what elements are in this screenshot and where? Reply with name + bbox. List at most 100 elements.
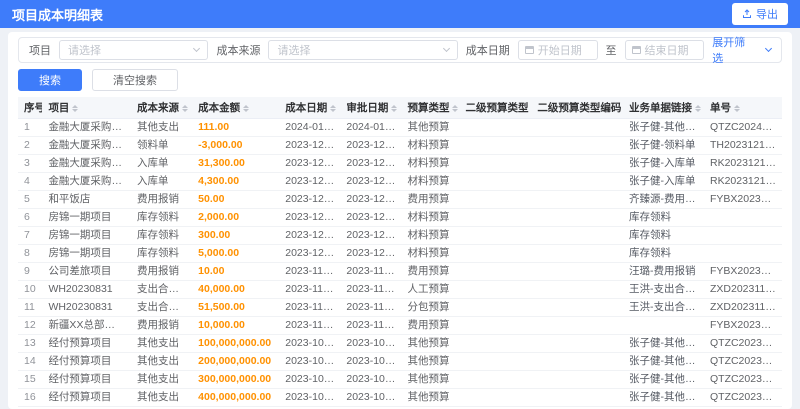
cell-cost-amount: 300,000,000.00 xyxy=(192,370,280,389)
export-button[interactable]: 导出 xyxy=(732,3,788,25)
cell-project: WH20230831 xyxy=(42,280,132,299)
column-header-5[interactable]: 审批日期 xyxy=(340,97,402,119)
cell-cost-amount: 100,000,000.00 xyxy=(192,334,280,353)
cell-cost-date: 2023-11-07 xyxy=(279,316,341,335)
column-label: 预算类型 xyxy=(407,102,450,114)
table-row[interactable]: 7 房锦一期项目 库存领料 300.00 2023-12-11 2023-12-11 材料预… xyxy=(18,226,782,245)
cell-doc-no: RK20231219003 xyxy=(703,154,782,173)
table-row[interactable]: 12新疆XX总部大厦工程二期费用报销10,000.002023-11-07202… xyxy=(18,316,782,335)
cell-doc-no: FYBX20231107001 xyxy=(703,316,782,335)
table-row[interactable]: 13 经付预算项目 其他支出 100,000,000.00 2023-10-27 2023… xyxy=(18,334,782,353)
cell-doc-link[interactable]: 张子健-其他支出 xyxy=(623,352,704,371)
table-row[interactable]: 3 金融大厦采购项目 入库单 31,300.00 2023-12-19 2023-12-1… xyxy=(18,154,782,173)
table-row[interactable]: 4 金融大厦采购项目 入库单 4,300.00 2023-12-19 2023-12-19… xyxy=(18,172,782,191)
cell-cost-source: 其他支出 xyxy=(131,370,193,389)
column-label: 审批日期 xyxy=(346,102,389,114)
cell-doc-link[interactable]: 库存领料 xyxy=(623,208,704,227)
column-header-9[interactable]: 业务单据链接 xyxy=(623,97,704,119)
cell-doc-link[interactable]: 王洪-支出合同执行 xyxy=(623,280,704,299)
cell-cost-date: 2023-10-27 xyxy=(279,370,341,389)
cell-index: 1 xyxy=(18,118,43,137)
column-label: 单号 xyxy=(709,102,731,114)
table-row[interactable]: 15 经付预算项目 其他支出 300,000,000.00 2023-10-27 2023… xyxy=(18,370,782,389)
column-header-8[interactable]: 二级预算类型编码 xyxy=(531,97,624,119)
chevron-down-icon xyxy=(193,44,201,53)
table-row[interactable]: 8 房锦一期项目 库存领料 5,000.00 2023-12-11 2023-12-11 材… xyxy=(18,244,782,263)
content-card: 项目 请选择 成本来源 请选择 成本日期 开始日期 至 结束日期 展开筛选 搜索… xyxy=(8,32,792,409)
cell-cost-source: 入库单 xyxy=(131,154,193,173)
cell-doc-link[interactable]: 张子健-其他支出 xyxy=(623,334,704,353)
column-header-6[interactable]: 预算类型 xyxy=(401,97,460,119)
column-header-2[interactable]: 成本来源 xyxy=(131,97,193,119)
cell-doc-link[interactable]: 汪璐-费用报销 xyxy=(623,262,704,281)
table-row[interactable]: 6 房锦一期项目 库存领料 2,000.00 2023-12-11 2023-12-11 材… xyxy=(18,208,782,227)
cell-budget-type: 材料预算 xyxy=(401,208,460,227)
date-start-placeholder: 开始日期 xyxy=(537,45,582,57)
column-label: 二级预算类型 xyxy=(465,102,529,114)
cell-doc-link[interactable]: 张子健-其他支出 xyxy=(623,118,704,137)
cell-index: 14 xyxy=(18,352,43,371)
project-filter-label: 项目 xyxy=(29,45,51,57)
cell-cost-source: 库存领料 xyxy=(131,208,193,227)
cell-cost-amount: 4,300.00 xyxy=(192,172,280,191)
cell-doc-link[interactable]: 张子健-入库单 xyxy=(623,172,704,191)
column-header-7[interactable]: 二级预算类型 xyxy=(459,97,532,119)
column-header-4[interactable]: 成本日期 xyxy=(279,97,341,119)
cell-cost-source: 费用报销 xyxy=(131,190,193,209)
date-start-input[interactable]: 开始日期 xyxy=(517,40,598,60)
cell-index: 11 xyxy=(18,298,43,317)
cell-cost-date: 2023-12-11 xyxy=(279,244,341,263)
column-header-3[interactable]: 成本金额 xyxy=(192,97,280,119)
export-icon xyxy=(743,9,751,18)
date-end-input[interactable]: 结束日期 xyxy=(624,40,705,60)
cell-doc-no: QTZC20240111001 xyxy=(703,118,782,137)
cell-doc-link[interactable]: 王洪-支出合同执行 xyxy=(623,298,704,317)
table-row[interactable]: 9 公司差旅项目 费用报销 10.00 2023-11-28 2023-11-28 费用预算… xyxy=(18,262,782,281)
table-row[interactable]: 2 金融大厦采购项目 领料单 -3,000.00 2023-12-19 2023-12-1… xyxy=(18,136,782,155)
cell-doc-link[interactable]: 张子健-其他支出 xyxy=(623,388,704,407)
table-row[interactable]: 11WH20230831支出合同执行51,500.002023-11-22202… xyxy=(18,298,782,317)
cell-cost-amount: 400,000,000.00 xyxy=(192,388,280,407)
cell-cost-source: 支出合同执行 xyxy=(131,280,193,299)
cell-index: 4 xyxy=(18,172,43,191)
cell-doc-link[interactable]: 齐臻源-费用报销 xyxy=(623,190,704,209)
cell-sub-budget-code xyxy=(531,118,624,137)
calendar-icon xyxy=(524,46,534,54)
expand-filters-link[interactable]: 展开筛选 xyxy=(712,34,773,66)
source-select[interactable]: 请选择 xyxy=(268,40,458,60)
clear-search-button[interactable]: 清空搜索 xyxy=(92,69,178,91)
cell-budget-type: 其他预算 xyxy=(401,388,460,407)
sort-icon xyxy=(182,104,189,112)
cell-doc-no: FYBX20231216001 xyxy=(703,190,782,209)
table-row[interactable]: 16 经付预算项目 其他支出 400,000,000.00 2023-10-27 2023… xyxy=(18,388,782,407)
column-header-10[interactable]: 单号 xyxy=(703,97,782,119)
cell-doc-link xyxy=(623,316,704,335)
cell-doc-link[interactable]: 张子健-领料单 xyxy=(623,136,704,155)
sort-icon xyxy=(243,104,250,112)
cell-approval-date: 2023-11-22 xyxy=(340,280,402,299)
cell-sub-budget-code xyxy=(531,280,624,299)
cell-project: 房锦一期项目 xyxy=(42,244,132,263)
cell-budget-type: 其他预算 xyxy=(401,118,460,137)
cell-cost-amount: 50.00 xyxy=(192,190,280,209)
cell-budget-type: 材料预算 xyxy=(401,226,460,245)
table-row[interactable]: 5 和平饭店 费用报销 50.00 2023-12-16 2023-12-16 费用预算 齐臻… xyxy=(18,190,782,209)
cell-doc-link[interactable]: 库存领料 xyxy=(623,244,704,263)
cell-approval-date: 2023-10-27 xyxy=(340,352,402,371)
cell-budget-type: 其他预算 xyxy=(401,334,460,353)
source-select-placeholder: 请选择 xyxy=(277,45,311,57)
cell-doc-no xyxy=(703,208,782,227)
column-header-1[interactable]: 项目 xyxy=(42,97,132,119)
table-row[interactable]: 10WH20230831支出合同执行40,000.002023-11-22202… xyxy=(18,280,782,299)
search-button[interactable]: 搜索 xyxy=(18,69,82,91)
cell-cost-source: 其他支出 xyxy=(131,388,193,407)
cell-cost-source: 其他支出 xyxy=(131,352,193,371)
project-select[interactable]: 请选择 xyxy=(59,40,209,60)
table-row[interactable]: 1 金融大厦采购项目 其他支出 111.00 2024-01-11 2024-01-11 其… xyxy=(18,118,782,137)
cell-doc-link[interactable]: 张子健-其他支出 xyxy=(623,370,704,389)
cell-sub-budget-code xyxy=(531,334,624,353)
cell-cost-source: 费用报销 xyxy=(131,316,193,335)
table-row[interactable]: 14 经付预算项目 其他支出 200,000,000.00 2023-10-27 2023… xyxy=(18,352,782,371)
cell-doc-link[interactable]: 张子健-入库单 xyxy=(623,154,704,173)
cell-doc-link[interactable]: 库存领料 xyxy=(623,226,704,245)
